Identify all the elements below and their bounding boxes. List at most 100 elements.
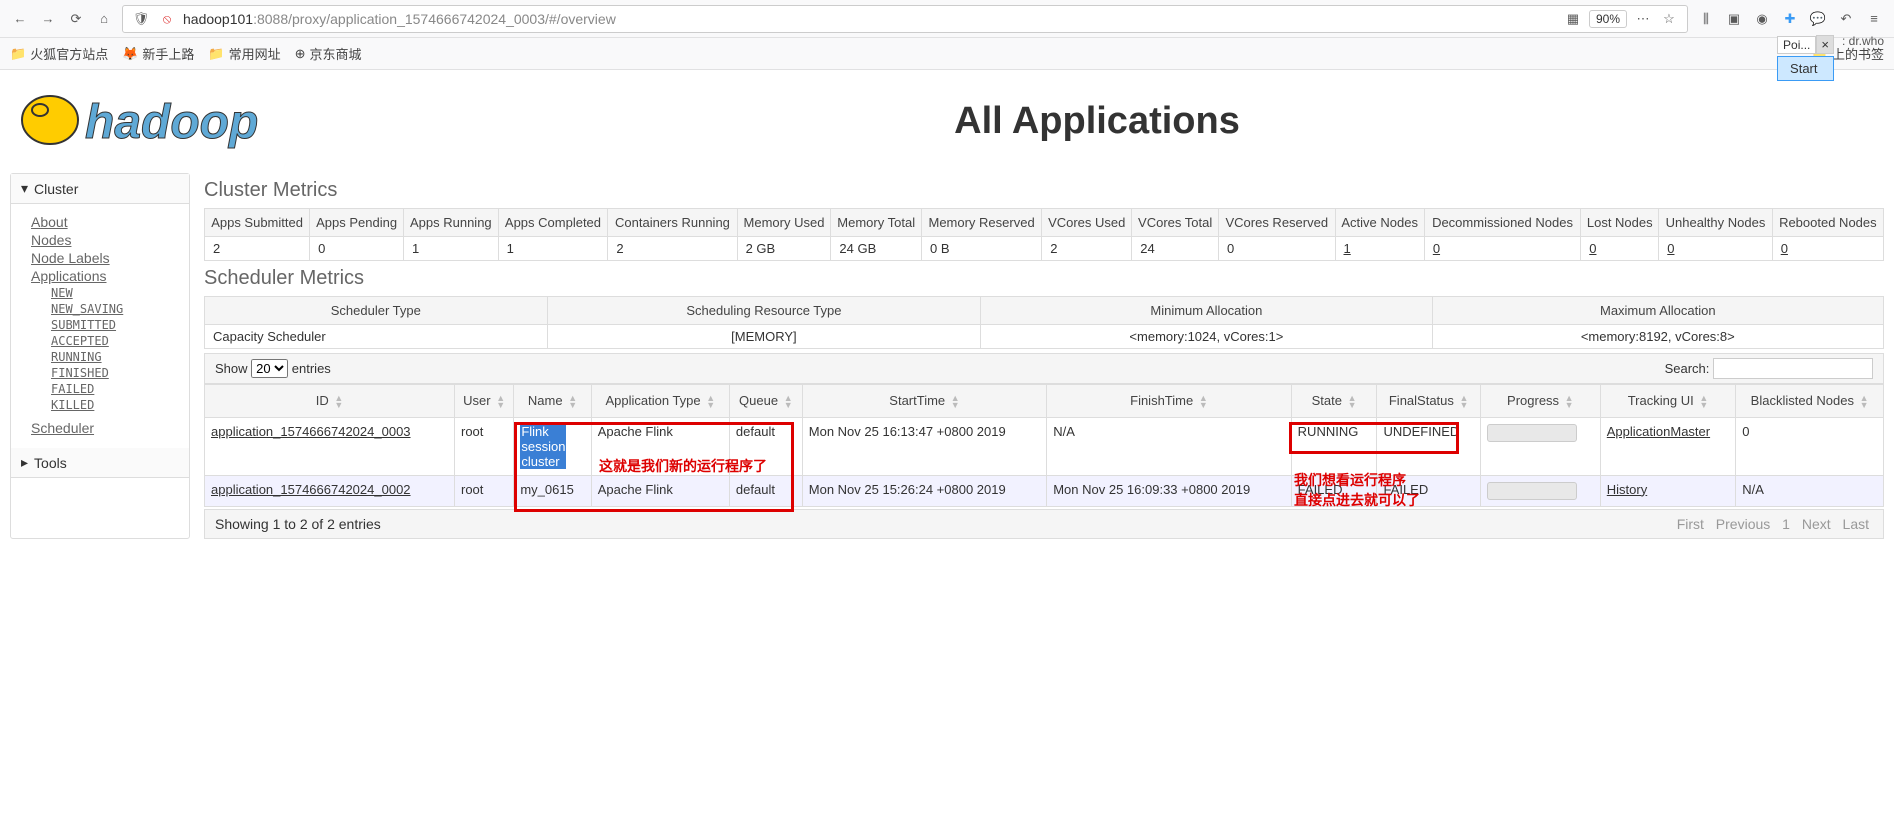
apps-header[interactable]: ID ▲▼ — [205, 385, 455, 418]
sidebar-link-scheduler[interactable]: Scheduler — [31, 420, 179, 436]
app-id-link[interactable]: application_1574666742024_0002 — [211, 482, 411, 497]
metrics-value: 1 — [498, 237, 608, 261]
table-cell — [1480, 417, 1600, 475]
browser-toolbar: ← → ⟳ ⌂ 🛡 ⦸ hadoop101:8088/proxy/applica… — [0, 0, 1894, 38]
reader-icon[interactable]: ▣ — [1724, 9, 1744, 29]
sort-icon: ▲▼ — [568, 395, 577, 409]
table-cell: Apache Flink — [591, 475, 729, 506]
addon-icon[interactable]: ✚ — [1780, 9, 1800, 29]
apps-header[interactable]: Queue ▲▼ — [729, 385, 802, 418]
cluster-metrics-title: Cluster Metrics — [204, 179, 1884, 202]
sidebar-state-finished[interactable]: FINISHED — [51, 366, 179, 380]
search-label: Search: — [1665, 361, 1710, 376]
sidebar-state-failed[interactable]: FAILED — [51, 382, 179, 396]
metrics-header: Apps Pending — [310, 209, 404, 237]
sort-icon: ▲▼ — [496, 395, 505, 409]
chat-icon[interactable]: 💬 — [1808, 9, 1828, 29]
sort-icon: ▲▼ — [784, 395, 793, 409]
folder-icon: 📁 — [10, 46, 26, 62]
apps-header[interactable]: Blacklisted Nodes ▲▼ — [1736, 385, 1884, 418]
apps-header[interactable]: State ▲▼ — [1291, 385, 1377, 418]
forward-icon[interactable]: → — [38, 9, 58, 29]
sidebar: ▾Cluster About Nodes Node Labels Applica… — [10, 173, 190, 539]
apps-header[interactable]: StartTime ▲▼ — [802, 385, 1046, 418]
metrics-header: Unhealthy Nodes — [1659, 209, 1772, 237]
metrics-value: 2 GB — [737, 237, 831, 261]
table-footer: Showing 1 to 2 of 2 entries First Previo… — [204, 509, 1884, 539]
metrics-header: Maximum Allocation — [1432, 297, 1883, 325]
sidebar-state-running[interactable]: RUNNING — [51, 350, 179, 364]
table-cell: root — [455, 475, 514, 506]
bookmark-item[interactable]: 📁常用网址 — [208, 44, 280, 63]
url-bar[interactable]: 🛡 ⦸ hadoop101:8088/proxy/application_157… — [122, 5, 1688, 33]
sidebar-state-submitted[interactable]: SUBMITTED — [51, 318, 179, 332]
float-tag[interactable]: Poi... — [1777, 36, 1816, 54]
metrics-header: Memory Total — [831, 209, 922, 237]
annotation-text: 这就是我们新的运行程序了 — [599, 456, 767, 476]
metrics-header: Apps Submitted — [205, 209, 310, 237]
apps-header[interactable]: FinalStatus ▲▼ — [1377, 385, 1480, 418]
sidebar-link-node-labels[interactable]: Node Labels — [31, 250, 179, 266]
qr-icon[interactable]: ▦ — [1563, 9, 1583, 29]
sidebar-section-tools[interactable]: ▸Tools — [11, 448, 189, 478]
library-icon[interactable]: ⫼ — [1696, 9, 1716, 29]
bookmark-item[interactable]: ⊕京东商城 — [295, 44, 362, 63]
table-cell: N/A — [1736, 475, 1884, 506]
search-input[interactable] — [1713, 358, 1873, 379]
bookmarks-bar: 📁火狐官方站点 🦊新手上路 📁常用网址 ⊕京东商城 Poi...× Start … — [0, 38, 1894, 70]
tracking-link[interactable]: ApplicationMaster — [1607, 424, 1710, 439]
hadoop-logo: hadoop — [10, 80, 310, 163]
sort-icon: ▲▼ — [1565, 395, 1574, 409]
apps-header[interactable]: Progress ▲▼ — [1480, 385, 1600, 418]
home-icon[interactable]: ⌂ — [94, 9, 114, 29]
pager-prev[interactable]: Previous — [1716, 516, 1770, 532]
apps-header[interactable]: Tracking UI ▲▼ — [1600, 385, 1735, 418]
account-icon[interactable]: ◉ — [1752, 9, 1772, 29]
folder-icon: 📁 — [208, 46, 224, 62]
pager-first[interactable]: First — [1677, 516, 1704, 532]
sidebar-state-new[interactable]: NEW — [51, 286, 179, 300]
table-cell: UNDEFINED — [1377, 417, 1480, 475]
apps-header[interactable]: FinishTime ▲▼ — [1047, 385, 1291, 418]
chevron-down-icon: ▾ — [21, 180, 28, 197]
show-label: Show — [215, 361, 248, 376]
metrics-value: 1 — [404, 237, 499, 261]
pager-page[interactable]: 1 — [1782, 516, 1790, 532]
tracking-link[interactable]: History — [1607, 482, 1647, 497]
sort-icon: ▲▼ — [1348, 395, 1357, 409]
sidebar-link-about[interactable]: About — [31, 214, 179, 230]
sidebar-link-nodes[interactable]: Nodes — [31, 232, 179, 248]
apps-header[interactable]: Name ▲▼ — [514, 385, 591, 418]
sidebar-link-applications[interactable]: Applications — [31, 268, 179, 284]
sidebar-state-accepted[interactable]: ACCEPTED — [51, 334, 179, 348]
bookmark-item[interactable]: 🦊新手上路 — [122, 44, 194, 63]
pager-last[interactable]: Last — [1843, 516, 1869, 532]
app-id-link[interactable]: application_1574666742024_0003 — [211, 424, 411, 439]
start-button[interactable]: Start — [1777, 56, 1834, 81]
sort-icon: ▲▼ — [951, 395, 960, 409]
more-icon[interactable]: ⋯ — [1633, 9, 1653, 29]
metrics-header: VCores Reserved — [1219, 209, 1335, 237]
sidebar-state-new-saving[interactable]: NEW_SAVING — [51, 302, 179, 316]
undo-icon[interactable]: ↶ — [1836, 9, 1856, 29]
sidebar-state-killed[interactable]: KILLED — [51, 398, 179, 412]
back-icon[interactable]: ← — [10, 9, 30, 29]
page-size-select[interactable]: 20 — [251, 359, 288, 378]
menu-icon[interactable]: ≡ — [1864, 9, 1884, 29]
apps-header[interactable]: Application Type ▲▼ — [591, 385, 729, 418]
apps-header[interactable]: User ▲▼ — [455, 385, 514, 418]
metrics-header: Scheduler Type — [205, 297, 548, 325]
star-icon[interactable]: ☆ — [1659, 9, 1679, 29]
pager: First Previous 1 Next Last — [1673, 516, 1873, 532]
metrics-value: [MEMORY] — [547, 325, 981, 349]
close-icon[interactable]: × — [1816, 35, 1834, 54]
table-cell: History — [1600, 475, 1735, 506]
reload-icon[interactable]: ⟳ — [66, 9, 86, 29]
zoom-badge[interactable]: 90% — [1589, 10, 1627, 28]
app-name: Flinksessioncluster — [520, 424, 566, 469]
bookmark-item[interactable]: 📁火狐官方站点 — [10, 44, 108, 63]
sidebar-section-cluster[interactable]: ▾Cluster — [11, 174, 189, 204]
pager-next[interactable]: Next — [1802, 516, 1831, 532]
page-header: hadoop All Applications — [10, 80, 1884, 163]
table-cell: application_1574666742024_0002 — [205, 475, 455, 506]
